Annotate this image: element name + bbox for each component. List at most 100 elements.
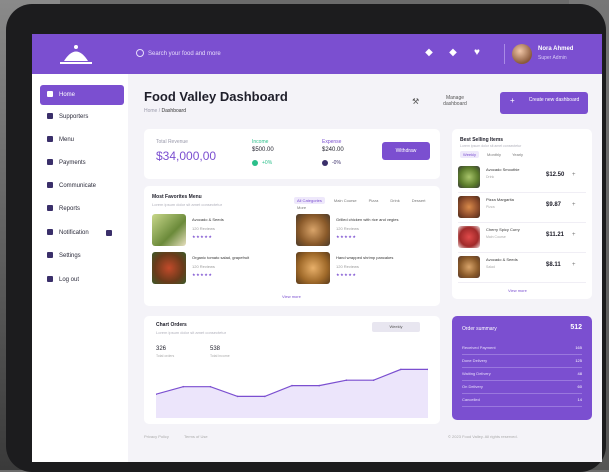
tab-monthly[interactable]: Monthly	[484, 151, 504, 158]
heart-icon[interactable]: ♥	[470, 46, 484, 60]
breadcrumb: Home / Dashboard	[144, 108, 186, 114]
cloche-logo-icon[interactable]	[56, 40, 96, 68]
tab-pizza[interactable]: Pizza	[366, 197, 382, 204]
message-icon[interactable]: ◆	[446, 46, 460, 60]
add-icon[interactable]: +	[572, 172, 576, 178]
tab-dessert[interactable]: Dessert	[409, 197, 429, 204]
sidebar-item-label: Settings	[59, 253, 81, 259]
create-dashboard-button[interactable]: + Create new dashboard	[500, 92, 588, 114]
users-icon	[47, 113, 53, 120]
dish-meta: 120 Reviews	[336, 264, 359, 269]
list-item[interactable]: Avocado & Seeds 120 Reviews ★★★★★	[152, 214, 282, 248]
sidebar-item-label: Communicate	[59, 183, 97, 189]
dish-name: Organic tomato salad, grapefruit	[192, 255, 250, 260]
orders-data-point	[400, 368, 402, 371]
plus-icon: +	[510, 96, 515, 105]
list-item[interactable]: Pizza Margarita Pizza $9.87 +	[458, 194, 586, 223]
chart-orders-card: Chart Orders Lorem ipsum dolor sit amet …	[144, 316, 440, 424]
gear-icon	[47, 252, 53, 259]
list-item[interactable]: Grilled chicken with rice and vegies 120…	[296, 214, 426, 248]
tab-weekly[interactable]: Weekly	[460, 151, 480, 158]
item-price: $11.21	[546, 232, 565, 238]
menu-view-more-link[interactable]: View more	[282, 294, 301, 299]
add-icon[interactable]: +	[572, 262, 576, 268]
sidebar-item-label: Payments	[59, 160, 86, 166]
orders-area-chart	[156, 368, 428, 418]
dish-name: Avocado & Seeds	[192, 217, 224, 222]
item-name: Pizza Margarita	[486, 197, 514, 202]
tab-all-categories[interactable]: All Categories	[294, 197, 325, 204]
bell-icon	[47, 229, 53, 236]
chart-stat-value: 538	[210, 346, 221, 352]
sidebar-item-supporters[interactable]: Supporters	[40, 107, 124, 127]
sidebar-item-settings[interactable]: Settings	[40, 246, 124, 266]
best-selling-title: Best Selling Items	[460, 137, 504, 143]
breadcrumb-root[interactable]: Home	[144, 108, 157, 114]
item-image	[458, 256, 480, 278]
manage-dashboard-button[interactable]: Manage dashboard	[434, 95, 476, 107]
tab-more[interactable]: More	[294, 204, 309, 211]
order-summary-title: Order summary	[462, 326, 497, 332]
total-revenue-value: $34,000,00	[156, 149, 217, 163]
sidebar-item-communicate[interactable]: Communicate	[40, 176, 124, 196]
item-category: Salad	[486, 265, 495, 269]
footer-terms-link[interactable]: Terms of Use	[184, 434, 208, 439]
best-selling-view-more-link[interactable]: View more	[508, 288, 527, 293]
chart-stat-label: Total orders	[156, 354, 175, 358]
wrench-icon[interactable]: ⚒	[412, 97, 419, 106]
chart-stat-income: 538 Total income	[210, 346, 230, 358]
list-item[interactable]: Organic tomato salad, grapefruit 120 Rev…	[152, 252, 282, 286]
avatar[interactable]	[512, 44, 532, 64]
order-summary-total: 512	[570, 324, 582, 331]
income-label: Income	[252, 139, 269, 145]
menu-tabs: All Categories Main Course Pizza Drink Desse…	[294, 197, 440, 210]
expense-change: -0%	[332, 160, 341, 166]
orders-data-point	[236, 395, 239, 398]
item-price: $12.50	[546, 172, 565, 178]
order-row-label: Done Delivery	[462, 358, 488, 363]
menu-title: Most Favorites Menu	[152, 194, 202, 200]
list-item[interactable]: Avocado Smoothie Drink $12.50 +	[458, 164, 586, 193]
best-selling-card: Best Selling Items Lorem ipsum dolor sit…	[452, 129, 592, 299]
sidebar: Home Supporters Menu Payments Communicat…	[32, 74, 128, 462]
item-image	[458, 196, 480, 218]
sidebar-item-payments[interactable]: Payments	[40, 153, 124, 173]
sidebar-item-notification[interactable]: Notification	[40, 223, 124, 243]
list-item[interactable]: Hand wrapped shrimp pancakes 120 Reviews…	[296, 252, 426, 286]
list-item[interactable]: Avocado & Seeds Salad $8.11 +	[458, 254, 586, 283]
orders-data-point	[291, 384, 293, 387]
footer-copyright: © 2023 Food Valley. All rights reserved.	[448, 434, 518, 439]
order-row-value: 125	[575, 358, 582, 363]
order-summary-row: Waiting Delivery 48	[462, 368, 582, 381]
sidebar-item-home[interactable]: Home	[40, 85, 124, 105]
period-dropdown[interactable]: Weekly	[372, 322, 420, 332]
chart-stat-value: 326	[156, 346, 167, 352]
search-input[interactable]: Search your food and more	[136, 47, 316, 61]
tab-main-course[interactable]: Main Course	[331, 197, 360, 204]
list-item[interactable]: Cherry Spicy Curry Main Course $11.21 +	[458, 224, 586, 253]
dish-image	[296, 214, 330, 246]
total-revenue-label: Total Revenue	[156, 139, 188, 145]
expense-label: Expense	[322, 139, 342, 145]
dish-name: Grilled chicken with rice and vegies	[336, 217, 399, 222]
add-icon[interactable]: +	[572, 202, 576, 208]
sidebar-item-label: Home	[59, 92, 76, 98]
tab-yearly[interactable]: Yearly	[509, 151, 526, 158]
order-row-label: Received Payment	[462, 345, 496, 350]
footer-privacy-link[interactable]: Privacy Policy	[144, 434, 169, 439]
notification-icon[interactable]: ◆	[422, 46, 436, 60]
sidebar-item-logout[interactable]: Log out	[40, 270, 124, 290]
sidebar-item-menu[interactable]: Menu	[40, 130, 124, 150]
item-name: Avocado Smoothie	[486, 167, 520, 172]
chart-stat-orders: 326 Total orders	[156, 346, 174, 358]
orders-data-point	[209, 385, 212, 388]
order-summary-row: On Delivery 60	[462, 381, 582, 394]
withdraw-button[interactable]: Withdraw	[382, 142, 430, 160]
user-name[interactable]: Nora Ahmed	[538, 46, 573, 52]
sidebar-item-label: Supporters	[59, 114, 89, 120]
tab-drink[interactable]: Drink	[387, 197, 402, 204]
create-dashboard-label: Create new dashboard	[528, 97, 580, 103]
sidebar-item-reports[interactable]: Reports	[40, 199, 124, 219]
user-role: Super Admin	[538, 55, 567, 61]
add-icon[interactable]: +	[572, 232, 576, 238]
